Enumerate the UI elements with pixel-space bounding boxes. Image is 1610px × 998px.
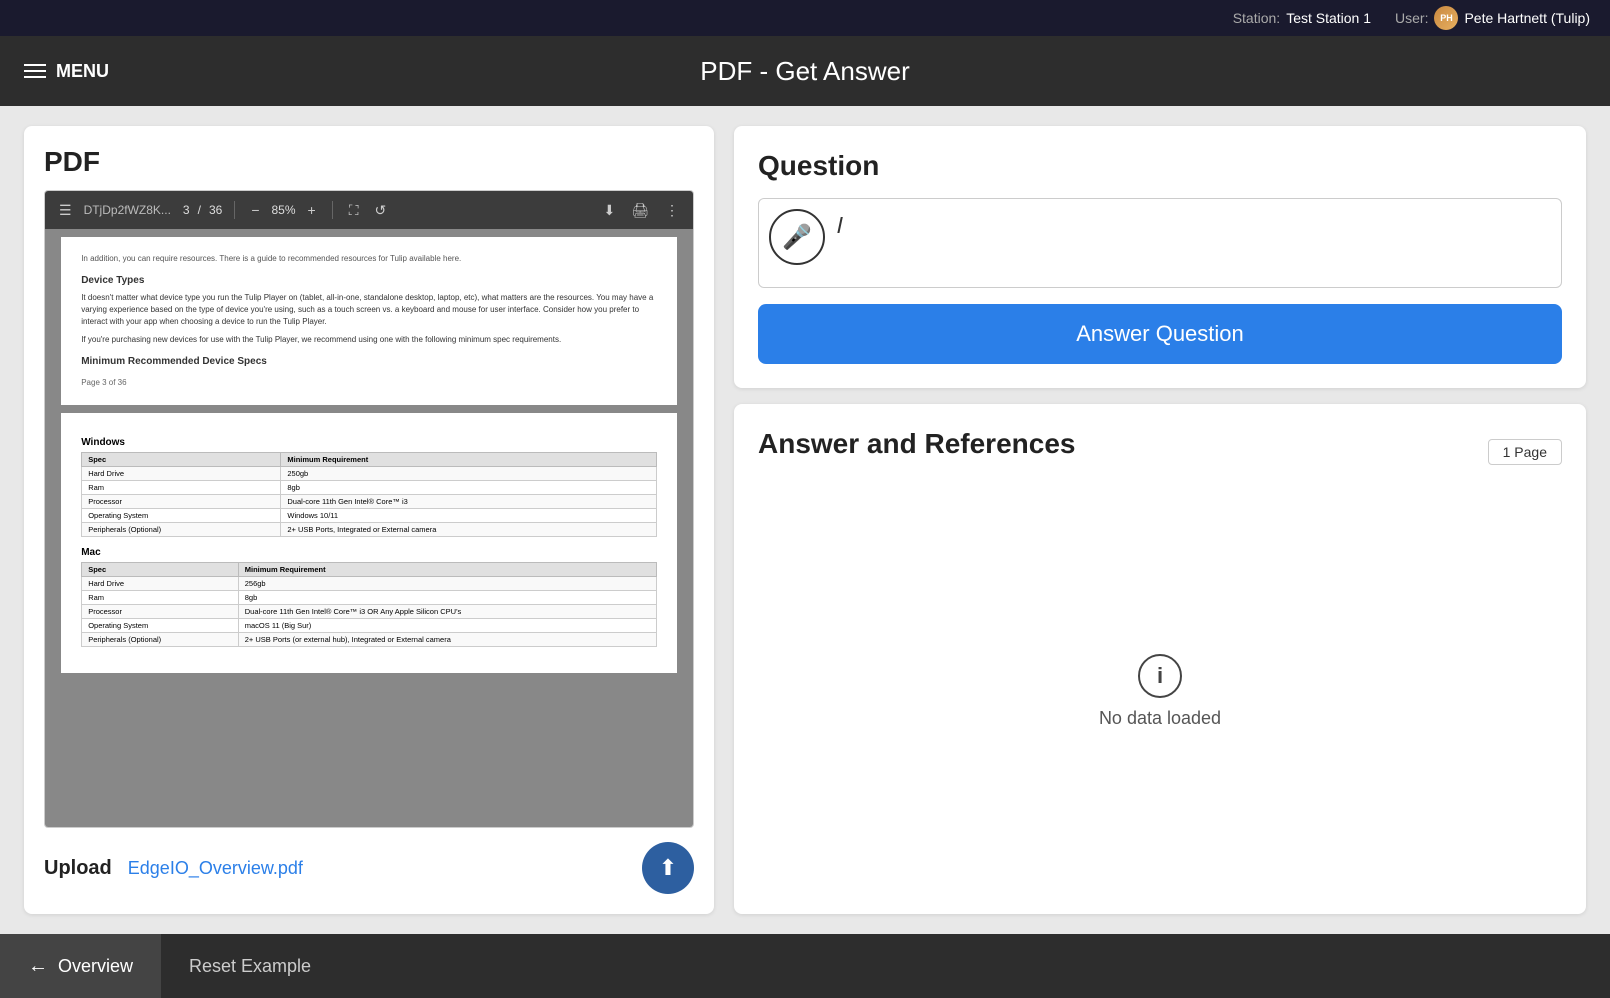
pdf-filename: DTjDp2fWZ8K...: [84, 203, 171, 217]
pdf-body1: It doesn't matter what device type you r…: [81, 292, 657, 328]
station-value: Test Station 1: [1286, 10, 1371, 26]
hamburger-icon: [24, 64, 46, 78]
header: MENU PDF - Get Answer: [0, 36, 1610, 106]
pdf-zoom-level: 85%: [272, 203, 296, 217]
pdf-panel: PDF ☰ DTjDp2fWZ8K... 3 / 36 − 85% + ⛶ ↺ …: [24, 126, 714, 914]
question-input-area[interactable]: 🎤 𝐼: [758, 198, 1562, 288]
pdf-content: In addition, you can require resources. …: [45, 229, 693, 827]
pdf-divider2: [332, 201, 333, 219]
pdf-intro-text: In addition, you can require resources. …: [81, 253, 657, 265]
pdf-mac-title: Mac: [81, 547, 657, 558]
pdf-page-separator: /: [198, 203, 201, 217]
answer-header: Answer and References 1 Page: [758, 428, 1562, 476]
pdf-page-2: Windows Spec Minimum Requirement Hard Dr…: [61, 413, 677, 673]
overview-button[interactable]: ← Overview: [0, 934, 161, 998]
pdf-section-device-types: Device Types: [81, 273, 657, 288]
table-row: Peripherals (Optional)2+ USB Ports, Inte…: [82, 523, 657, 537]
station-label: Station:: [1233, 10, 1280, 26]
pdf-page-current: 3: [183, 203, 190, 217]
pdf-rotate-button[interactable]: ↺: [371, 200, 391, 221]
bottom-bar: ← Overview Reset Example: [0, 934, 1610, 998]
menu-label: MENU: [56, 61, 109, 82]
pdf-page-total: 36: [209, 203, 222, 217]
avatar: PH: [1434, 6, 1458, 30]
mac-req-header: Minimum Requirement: [238, 563, 656, 577]
right-panel: Question 🎤 𝐼 Answer Question Answer and …: [734, 126, 1586, 914]
menu-button[interactable]: MENU: [24, 61, 109, 82]
table-row: Operating SystemWindows 10/11: [82, 509, 657, 523]
reset-button[interactable]: Reset Example: [161, 934, 339, 998]
table-row: Peripherals (Optional)2+ USB Ports (or e…: [82, 633, 657, 647]
windows-spec-table: Spec Minimum Requirement Hard Drive250gb…: [81, 452, 657, 537]
windows-spec-header: Spec: [82, 453, 281, 467]
pdf-page-1: In addition, you can require resources. …: [61, 237, 677, 405]
page-title: PDF - Get Answer: [700, 56, 910, 87]
upload-button[interactable]: ⬆: [642, 842, 694, 894]
table-row: Ram8gb: [82, 591, 657, 605]
question-card-title: Question: [758, 150, 1562, 182]
question-card: Question 🎤 𝐼 Answer Question: [734, 126, 1586, 388]
mac-spec-table: Spec Minimum Requirement Hard Drive256gb…: [81, 562, 657, 647]
microphone-icon: 🎤: [782, 223, 812, 252]
table-header-row: Spec Minimum Requirement: [82, 453, 657, 467]
pdf-panel-title: PDF: [44, 146, 694, 178]
table-row: Ram8gb: [82, 481, 657, 495]
pdf-toolbar: ☰ DTjDp2fWZ8K... 3 / 36 − 85% + ⛶ ↺ ⬇ 🖨 …: [45, 191, 693, 229]
station-info: Station: Test Station 1: [1233, 10, 1371, 26]
microphone-button[interactable]: 🎤: [769, 209, 825, 265]
pdf-more-button[interactable]: ⋮: [661, 200, 683, 221]
pdf-body2: If you're purchasing new devices for use…: [81, 334, 657, 346]
table-header-row: Spec Minimum Requirement: [82, 563, 657, 577]
user-label: User:: [1395, 10, 1428, 26]
pdf-print-button[interactable]: 🖨: [627, 200, 653, 221]
back-arrow-icon: ←: [28, 955, 48, 978]
table-row: ProcessorDual-core 11th Gen Intel® Core™…: [82, 605, 657, 619]
upload-icon: ⬆: [659, 855, 677, 881]
pdf-divider: [234, 201, 235, 219]
user-info: User: PH Pete Hartnett (Tulip): [1395, 6, 1590, 30]
upload-filename: EdgeIO_Overview.pdf: [128, 858, 626, 879]
pdf-zoom-in-button[interactable]: +: [304, 200, 320, 220]
answer-card-title: Answer and References: [758, 428, 1075, 460]
pdf-section-min-specs: Minimum Recommended Device Specs: [81, 354, 657, 369]
question-text-cursor: 𝐼: [837, 215, 843, 237]
answer-question-button[interactable]: Answer Question: [758, 304, 1562, 364]
info-symbol: i: [1157, 663, 1163, 689]
user-name: Pete Hartnett (Tulip): [1464, 10, 1590, 26]
pdf-windows-title: Windows: [81, 437, 657, 448]
upload-bar: Upload EdgeIO_Overview.pdf ⬆: [44, 842, 694, 894]
mac-spec-header: Spec: [82, 563, 239, 577]
pdf-menu-icon[interactable]: ☰: [55, 200, 76, 221]
top-bar: Station: Test Station 1 User: PH Pete Ha…: [0, 0, 1610, 36]
pdf-page-number: Page 3 of 36: [81, 377, 657, 389]
upload-label: Upload: [44, 857, 112, 880]
table-row: Hard Drive250gb: [82, 467, 657, 481]
answer-card: Answer and References 1 Page i No data l…: [734, 404, 1586, 914]
page-badge: 1 Page: [1488, 439, 1562, 465]
main-content: PDF ☰ DTjDp2fWZ8K... 3 / 36 − 85% + ⛶ ↺ …: [0, 106, 1610, 934]
pdf-fit-button[interactable]: ⛶: [345, 200, 363, 221]
pdf-zoom-out-button[interactable]: −: [247, 200, 263, 220]
no-data-text: No data loaded: [1099, 708, 1221, 729]
table-row: ProcessorDual-core 11th Gen Intel® Core™…: [82, 495, 657, 509]
avatar-image: PH: [1434, 6, 1458, 30]
overview-label: Overview: [58, 956, 133, 977]
pdf-download-button[interactable]: ⬇: [599, 200, 619, 221]
windows-req-header: Minimum Requirement: [281, 453, 656, 467]
pdf-viewer[interactable]: ☰ DTjDp2fWZ8K... 3 / 36 − 85% + ⛶ ↺ ⬇ 🖨 …: [44, 190, 694, 828]
no-data-area: i No data loaded: [758, 492, 1562, 890]
table-row: Operating SystemmacOS 11 (Big Sur): [82, 619, 657, 633]
info-icon: i: [1138, 654, 1182, 698]
table-row: Hard Drive256gb: [82, 577, 657, 591]
